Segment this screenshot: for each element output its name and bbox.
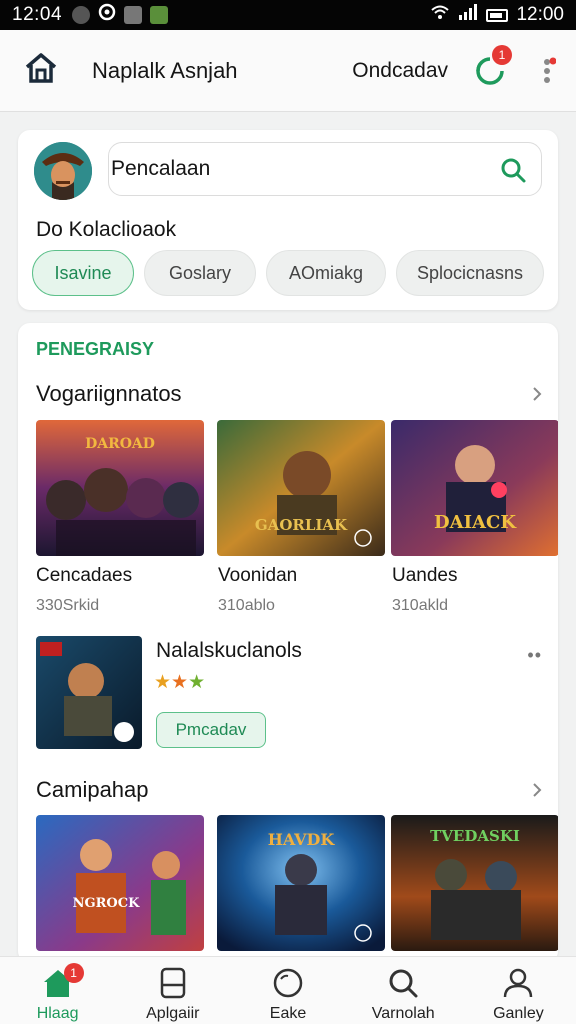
section-tag: PENEGRAISY — [36, 339, 155, 359]
tile-logo-text: DAROAD — [85, 436, 155, 452]
tile-logo-text: GAORLIAK — [255, 516, 348, 534]
page-title: Naplalk Asnjah — [92, 57, 238, 83]
filter-label: Do Kolaclioaok — [36, 218, 177, 241]
nav-badge: 1 — [63, 963, 84, 983]
row-title-1[interactable]: Vogariignnatos — [36, 381, 182, 407]
chip-goslary[interactable]: Goslary — [144, 250, 256, 296]
home-icon[interactable] — [24, 52, 58, 89]
tile-logo-text: HAVDK — [268, 830, 336, 849]
nav-label-home: Hlaag — [36, 1005, 79, 1022]
profile-icon — [502, 967, 534, 999]
game-tile-3[interactable]: DAIACK — [391, 420, 558, 556]
game-tile-5[interactable]: HAVDK — [217, 815, 385, 951]
nav-search[interactable]: Varnolah — [346, 957, 461, 1024]
tile-logo-text: TVEDASKI — [430, 827, 520, 845]
chip-splocicnasns[interactable]: Splocicnasns — [396, 250, 544, 296]
tile-meta-3: 310akld — [392, 597, 449, 614]
nav-label-eake: Eake — [269, 1005, 307, 1022]
bottom-navigation: 1 Hlaag Aplgaiir Eake Varnolah Ganley — [0, 956, 576, 1024]
content-card: PENEGRAISY Vogariignnatos DAROAD GAORLIA… — [18, 323, 558, 963]
star-icon: ★ — [188, 672, 206, 693]
signal-icon — [458, 4, 478, 26]
more-menu-icon[interactable] — [542, 56, 557, 86]
tablet-icon — [157, 967, 189, 999]
chevron-right-icon[interactable] — [530, 387, 544, 401]
game-tile-4[interactable]: NGROCK — [36, 815, 204, 951]
search-input[interactable]: Pencalaan — [108, 142, 542, 196]
search-placeholder: Pencalaan — [111, 157, 211, 180]
tile-meta-1: 330Srkid — [36, 597, 100, 614]
avatar[interactable] — [34, 142, 92, 200]
feature-game-image[interactable] — [36, 636, 142, 749]
chip-aomiakg[interactable]: AOmiakg — [266, 250, 386, 296]
tile-logo-text: NGROCK — [73, 896, 140, 911]
star-icon: ★ — [171, 672, 189, 693]
tile-logo-text: DAIACK — [434, 512, 517, 533]
app-icon — [150, 6, 169, 24]
chip-isavine[interactable]: Isavine — [32, 250, 134, 296]
gallery-icon — [124, 6, 143, 24]
nav-home[interactable]: 1 Hlaag — [0, 957, 115, 1024]
tile-name-2: Voonidan — [218, 565, 298, 586]
battery-icon — [486, 8, 509, 22]
notification-badge: 1 — [492, 44, 512, 65]
status-time: 12:04 — [12, 4, 63, 25]
search-card: Pencalaan Do Kolaclioaok Isavine Goslary… — [18, 130, 558, 310]
filter-chips: Isavine Goslary AOmiakg Splocicnasns — [32, 250, 544, 296]
status-bar: 12:04 12:00 — [0, 0, 576, 30]
row-title-2[interactable]: Camipahap — [36, 777, 149, 803]
tile-meta-2: 310ablo — [218, 597, 275, 614]
tile-name-1: Cencadaes — [36, 565, 133, 586]
nav-label-apps: Aplgaiir — [146, 1005, 200, 1022]
app-notification-icon — [72, 6, 91, 24]
game-tile-1[interactable]: DAROAD — [36, 420, 204, 556]
notification-button[interactable]: 1 — [470, 44, 512, 91]
feature-action-button[interactable]: Pmcadav — [156, 712, 266, 748]
search-icon — [387, 967, 419, 999]
star-icon: ★ — [154, 672, 172, 693]
nav-label-profile: Ganley — [493, 1005, 544, 1022]
game-tile-2[interactable]: GAORLIAK — [217, 420, 385, 556]
game-tile-6[interactable]: TVEDASKI — [391, 815, 558, 951]
search-icon[interactable] — [499, 156, 527, 184]
rating-stars: ★★★ — [154, 671, 205, 694]
app-header: Naplalk Asnjah Ondcadav 1 — [0, 30, 576, 112]
sync-icon — [98, 3, 116, 27]
nav-apps[interactable]: Aplgaiir — [115, 957, 230, 1024]
header-subtitle[interactable]: Ondcadav — [352, 59, 448, 83]
circle-icon — [272, 967, 304, 999]
chevron-right-icon[interactable] — [530, 783, 544, 797]
home-icon: 1 — [42, 963, 84, 999]
nav-label-search: Varnolah — [371, 1005, 435, 1022]
status-clock-right: 12:00 — [516, 4, 564, 25]
more-dots-icon[interactable]: •• — [527, 645, 542, 666]
tile-name-3: Uandes — [392, 565, 458, 586]
wifi-icon — [430, 4, 450, 26]
nav-eake[interactable]: Eake — [230, 957, 345, 1024]
nav-profile[interactable]: Ganley — [461, 957, 576, 1024]
feature-game-title[interactable]: Nalalskuclanols — [156, 639, 302, 663]
